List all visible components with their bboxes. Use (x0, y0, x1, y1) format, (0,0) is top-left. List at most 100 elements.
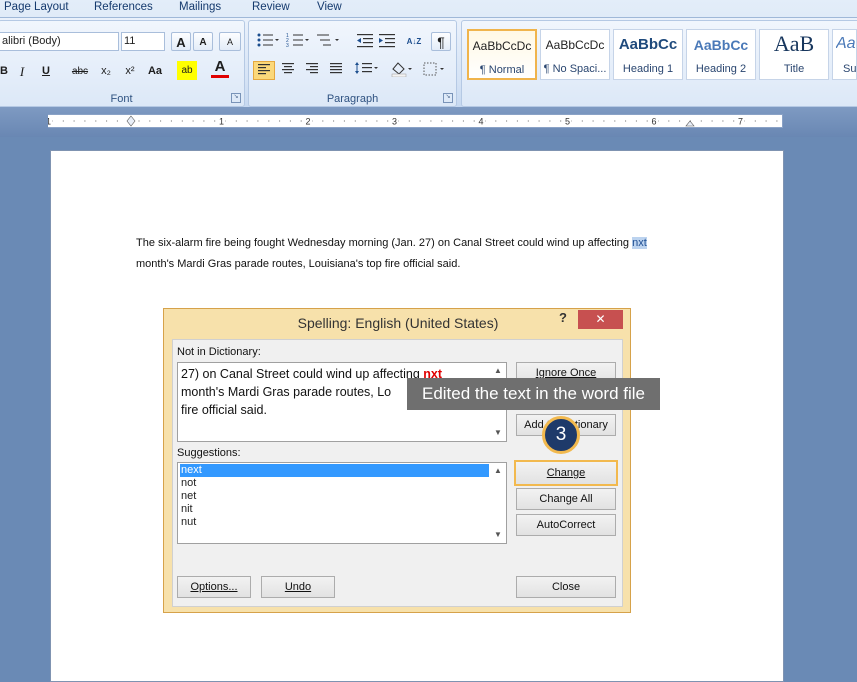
scroll-up-icon[interactable]: ▲ (492, 365, 504, 377)
bold-button[interactable]: B (0, 62, 9, 81)
multilevel-list-icon[interactable] (315, 32, 341, 51)
button-label: Change (546, 467, 586, 479)
undo-button[interactable]: Undo (261, 576, 335, 598)
doc-paragraph-line-2[interactable]: month's Mardi Gras parade routes, Louisi… (136, 258, 460, 270)
doc-text: The six-alarm fire being fought Wednesda… (136, 237, 633, 249)
ruler-tick (268, 120, 270, 122)
increase-indent-icon[interactable] (377, 32, 397, 51)
strikethrough-button[interactable]: abc (67, 62, 93, 81)
ruler-tick (679, 120, 681, 122)
autocorrect-button[interactable]: AutoCorrect (516, 514, 616, 536)
font-group: alibri (Body) 11 A A A B I U abc x₂ x² A… (0, 20, 245, 107)
grow-font-button[interactable]: A (171, 32, 191, 51)
ruler-tick (754, 120, 756, 122)
help-button[interactable]: ? (556, 310, 570, 326)
align-right-icon[interactable] (301, 61, 323, 80)
style-name: Heading 1 (622, 63, 674, 75)
paragraph-group: 123 A↓Z ¶ Paragraph ↘ (248, 20, 457, 107)
ruler-tick (538, 120, 540, 122)
bullets-icon[interactable] (255, 32, 281, 51)
italic-button[interactable]: I (13, 62, 31, 81)
tab-references[interactable]: References (94, 1, 153, 13)
show-formatting-button[interactable]: ¶ (431, 32, 451, 51)
style-sample: AaBbCc (618, 36, 678, 53)
decrease-indent-icon[interactable] (355, 32, 375, 51)
style-no-spacing[interactable]: AaBbCcDc ¶ No Spaci... (540, 29, 610, 80)
suggestions-label: Suggestions: (177, 447, 241, 459)
close-button[interactable]: Close (516, 576, 616, 598)
ruler-tick (84, 120, 86, 122)
ruler-number: 6 (651, 117, 656, 127)
tab-page-layout[interactable]: Page Layout (4, 1, 69, 13)
not-in-dictionary-label: Not in Dictionary: (177, 346, 261, 358)
tab-mailings[interactable]: Mailings (179, 1, 221, 13)
font-dialog-launcher-icon[interactable]: ↘ (231, 93, 241, 103)
suggestion-item[interactable]: nut (180, 516, 489, 529)
scroll-up-icon[interactable]: ▲ (492, 465, 504, 477)
ruler-tick (516, 120, 518, 122)
style-heading-1[interactable]: AaBbCc Heading 1 (613, 29, 683, 80)
ruler-tick (235, 120, 237, 122)
style-name: Title (783, 63, 805, 75)
ruler-tick (279, 120, 281, 122)
clear-format-button[interactable]: A (219, 32, 241, 51)
align-left-icon[interactable] (253, 61, 275, 80)
ruler-number: 2 (305, 117, 310, 127)
ribbon: Page Layout References Mailings Review V… (0, 0, 857, 108)
misspelled-word[interactable]: nxt (632, 237, 647, 249)
shading-icon[interactable] (389, 61, 415, 80)
change-all-button[interactable]: Change All (516, 488, 616, 510)
ruler-tick (73, 120, 75, 122)
ruler-tick (473, 120, 475, 122)
superscript-button[interactable]: x² (119, 62, 141, 81)
scroll-down-icon[interactable]: ▼ (492, 529, 504, 541)
text-highlight-button[interactable]: ab (177, 61, 197, 80)
ruler-tick (376, 120, 378, 122)
shrink-font-button[interactable]: A (193, 32, 213, 51)
close-icon[interactable]: ✕ (578, 310, 623, 329)
doc-paragraph-line-1[interactable]: The six-alarm fire being fought Wednesda… (136, 237, 647, 249)
options-button[interactable]: Options... (177, 576, 251, 598)
suggestion-item[interactable]: not (180, 477, 489, 490)
right-indent-marker-icon (685, 120, 695, 127)
change-button[interactable]: Change (514, 460, 618, 486)
scroll-down-icon[interactable]: ▼ (492, 427, 504, 439)
change-case-button[interactable]: Aa (143, 62, 167, 81)
style-heading-2[interactable]: AaBbCc Heading 2 (686, 29, 756, 80)
paragraph-dialog-launcher-icon[interactable]: ↘ (443, 93, 453, 103)
underline-button[interactable]: U (37, 62, 55, 81)
ruler-tick (257, 120, 259, 122)
justify-icon[interactable] (325, 61, 347, 80)
suggestion-item[interactable]: nit (180, 503, 489, 516)
ruler-tick (289, 120, 291, 122)
style-normal[interactable]: AaBbCcDc ¶ Normal (467, 29, 537, 80)
ruler-tick (192, 120, 194, 122)
style-sample: AaB (773, 31, 815, 56)
tab-review[interactable]: Review (252, 1, 290, 13)
ruler-tick (62, 120, 64, 122)
numbering-icon[interactable]: 123 (285, 32, 311, 51)
ruler-tick (776, 120, 778, 122)
ruler-tick (343, 120, 345, 122)
ruler-tick (506, 120, 508, 122)
style-name: Su (843, 63, 856, 75)
tab-view[interactable]: View (317, 1, 342, 13)
style-title[interactable]: AaB Title (759, 29, 829, 80)
font-color-button[interactable]: A (211, 59, 229, 78)
ruler-tick (214, 120, 216, 122)
suggestion-item[interactable]: next (180, 464, 489, 477)
line-spacing-icon[interactable] (353, 61, 381, 80)
align-center-icon[interactable] (277, 61, 299, 80)
suggestion-item[interactable]: net (180, 490, 489, 503)
ruler-tick (322, 120, 324, 122)
style-name: ¶ Normal (479, 64, 525, 76)
style-name: ¶ No Spaci... (543, 63, 607, 75)
ruler-tick (430, 120, 432, 122)
style-subtitle[interactable]: AaB Su (832, 29, 857, 80)
font-family-field[interactable]: alibri (Body) (0, 32, 119, 51)
font-size-field[interactable]: 11 (121, 32, 165, 51)
borders-icon[interactable] (421, 61, 447, 80)
ruler-tick (441, 120, 443, 122)
sort-icon[interactable]: A↓Z (403, 32, 425, 51)
subscript-button[interactable]: x₂ (95, 62, 117, 81)
